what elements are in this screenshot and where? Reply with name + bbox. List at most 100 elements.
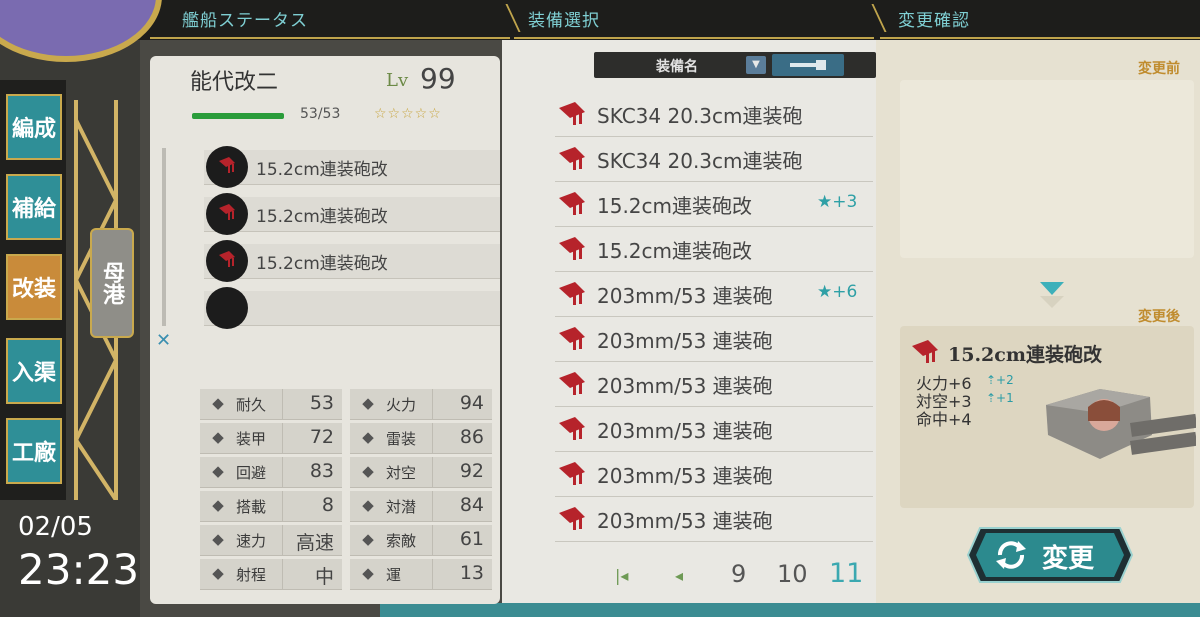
- page-11-current[interactable]: 11: [829, 558, 863, 589]
- equipment-row[interactable]: SKC34 20.3cm連装砲: [555, 137, 873, 182]
- equip-slot-2[interactable]: 15.2cm連装砲改 max: [204, 193, 536, 235]
- equipment-name: 203mm/53 連装砲: [597, 284, 773, 308]
- before-slot-box: [900, 80, 1194, 258]
- close-icon[interactable]: ✕: [156, 330, 171, 351]
- admiral-crest: [0, 0, 162, 62]
- stat-divider: [432, 559, 433, 589]
- bottom-decor-strip: [380, 603, 1200, 617]
- stat-divider: [432, 389, 433, 419]
- equipment-row[interactable]: 203mm/53 連装砲: [555, 362, 873, 407]
- equipment-name: 203mm/53 連装砲: [597, 509, 773, 533]
- gun-icon: [559, 462, 585, 485]
- stat-value: 61: [459, 528, 484, 550]
- after-item-name: 15.2cm連装砲改: [948, 344, 1102, 366]
- stat-label: 火力: [386, 396, 417, 414]
- sidebar-item-supply[interactable]: 補給: [6, 174, 62, 240]
- gun-icon: [559, 507, 585, 530]
- stat-aa-gun: ◆ 対空 92: [350, 457, 492, 488]
- stat-divider: [282, 525, 283, 555]
- stat-label: 耐久: [236, 396, 267, 414]
- gun-silhouette-icon: [790, 60, 826, 70]
- equip-slot-1[interactable]: 15.2cm連装砲改 max: [204, 146, 536, 188]
- lifebuoy-icon: ◆: [362, 564, 374, 582]
- equipment-row[interactable]: 203mm/53 連装砲 ★+6: [555, 272, 873, 317]
- equipment-name: 203mm/53 連装砲: [597, 464, 773, 488]
- gun-icon: [559, 237, 585, 260]
- equipment-name: SKC34 20.3cm連装砲: [597, 104, 803, 128]
- stat-divider: [282, 389, 283, 419]
- stat-plane: ◆ 搭載 8: [200, 491, 342, 522]
- equipment-row[interactable]: 203mm/53 連装砲: [555, 452, 873, 497]
- gun-turret-art: [1046, 389, 1196, 459]
- stat-range: ◆ 射程 中: [200, 559, 342, 590]
- stat-divider: [282, 559, 283, 589]
- aa-delta: ⇡+1: [986, 391, 1014, 405]
- after-label: 変更後: [1138, 309, 1180, 325]
- stat-divider: [432, 525, 433, 555]
- header-underline: [880, 37, 1200, 39]
- equipment-name: 203mm/53 連装砲: [597, 374, 773, 398]
- slot-scrollbar[interactable]: [162, 148, 166, 326]
- sidebar-item-arsenal[interactable]: 工廠: [6, 418, 62, 484]
- gun-filter-button[interactable]: [772, 54, 844, 76]
- equip-slot-3[interactable]: 15.2cm連装砲改 max: [204, 240, 536, 282]
- change-button[interactable]: 変更: [966, 526, 1134, 584]
- gun-icon: [912, 340, 938, 363]
- stat-cannon: ◆ 火力 94: [350, 389, 492, 420]
- tab-equipment-select: 装備選択: [528, 11, 600, 31]
- stat-binoculars: ◆ 索敵 61: [350, 525, 492, 556]
- page-9[interactable]: 9: [731, 560, 746, 588]
- sidebar-item-repair[interactable]: 入渠: [6, 338, 62, 404]
- stat-value: 72: [309, 426, 334, 448]
- ship-status-panel: 能代改二 Lv 99 53/53 ☆☆☆☆☆ 15.2cm連装砲改 max 15…: [150, 56, 536, 604]
- slot-name: 15.2cm連装砲改: [256, 207, 388, 227]
- hp-text: 53/53: [300, 106, 341, 122]
- equipment-row[interactable]: 203mm/53 連装砲: [555, 317, 873, 362]
- gun-icon: [559, 102, 585, 125]
- improvement-level-badge: ★+6: [817, 282, 858, 302]
- equipment-row[interactable]: SKC34 20.3cm連装砲: [555, 92, 873, 137]
- equipment-row[interactable]: 203mm/53 連装砲: [555, 497, 873, 542]
- equipment-name: 203mm/53 連装砲: [597, 329, 773, 353]
- chevron-right-icon: [859, 4, 887, 32]
- pagination: |◂ ◂ 9 10 11: [615, 558, 875, 592]
- slot-gun-icon: [206, 193, 248, 235]
- sort-dropdown-icon[interactable]: ▼: [746, 56, 766, 74]
- depth-charge-icon: ◆: [362, 496, 374, 514]
- dice-icon: ◆: [212, 428, 224, 446]
- stat-label: 対空: [386, 464, 417, 482]
- evasion-icon: ◆: [212, 462, 224, 480]
- first-page-icon[interactable]: |◂: [615, 566, 628, 585]
- header-underline: [150, 37, 510, 39]
- stat-torpedo: ◆ 雷装 86: [350, 423, 492, 454]
- prev-page-icon[interactable]: ◂: [675, 566, 683, 585]
- level-label: Lv: [386, 70, 409, 91]
- stat-label: 運: [386, 566, 402, 584]
- stat-value: 53: [309, 392, 334, 414]
- arrow-down-icon: [1040, 282, 1064, 295]
- binoculars-icon: ◆: [362, 530, 374, 548]
- equipment-name: 203mm/53 連装砲: [597, 419, 773, 443]
- hp-bar: [192, 113, 284, 119]
- equipment-row[interactable]: 203mm/53 連装砲: [555, 407, 873, 452]
- stat-divider: [282, 491, 283, 521]
- stat-label: 射程: [236, 566, 267, 584]
- equipment-row[interactable]: 15.2cm連装砲改: [555, 227, 873, 272]
- list-header: 装備名 ▼: [594, 52, 876, 78]
- stat-divider: [432, 491, 433, 521]
- gun-icon: [559, 327, 585, 350]
- equip-slot-4[interactable]: [204, 287, 500, 329]
- ship-name: 能代改二: [190, 70, 279, 95]
- stat-value: 84: [459, 494, 484, 516]
- page-10[interactable]: 10: [777, 560, 808, 588]
- arrow-down-shadow-icon: [1040, 296, 1064, 308]
- equipment-row[interactable]: 15.2cm連装砲改 ★+3: [555, 182, 873, 227]
- sidebar-item-remodel[interactable]: 改装: [6, 254, 62, 320]
- port-button[interactable]: 母港: [90, 228, 134, 338]
- stat-label: 装甲: [236, 430, 267, 448]
- stat-divider: [282, 423, 283, 453]
- stat-label: 雷装: [386, 430, 417, 448]
- sidebar-item-organize[interactable]: 編成: [6, 94, 62, 160]
- speed-icon: ◆: [212, 530, 224, 548]
- stat-lifebuoy: ◆ 運 13: [350, 559, 492, 590]
